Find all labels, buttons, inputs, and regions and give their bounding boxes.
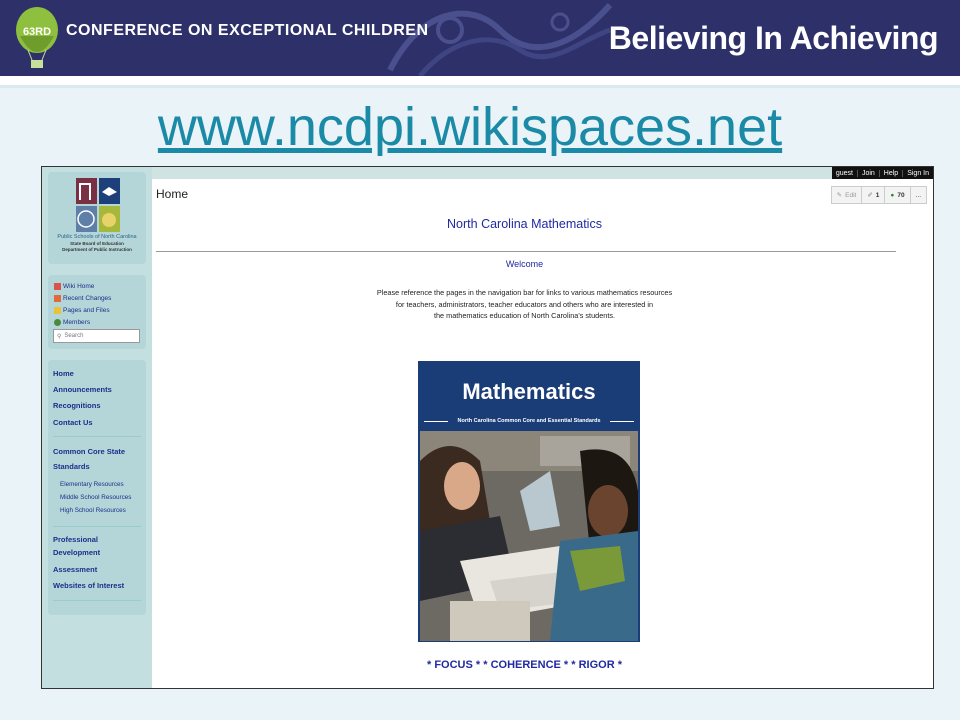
nav-professional-line2[interactable]: Development xyxy=(53,547,100,559)
students-photo xyxy=(420,431,638,641)
edit-icon: ✎ xyxy=(836,192,843,199)
wiki-url-link[interactable]: www.ncdpi.wikispaces.net xyxy=(0,96,940,158)
more-button[interactable]: ... xyxy=(909,187,926,203)
nav-common-core-line2[interactable]: Standards xyxy=(53,461,90,473)
tool-label: Recent Changes xyxy=(63,295,112,302)
calendar-icon xyxy=(54,295,61,302)
intro-line: Please reference the pages in the naviga… xyxy=(376,288,673,297)
pencil-icon: ✐ xyxy=(867,192,873,199)
ncdpi-logo-icon xyxy=(76,178,120,232)
ncdpi-logo-text: Public Schools of North Carolina State B… xyxy=(48,234,146,252)
slogan: Believing In Achieving xyxy=(608,20,939,56)
wiki-screenshot: Public Schools of North Carolina State B… xyxy=(41,166,934,689)
intro-paragraph: Please reference the pages in the naviga… xyxy=(152,287,897,322)
account-guest: guest xyxy=(835,170,853,177)
page-title: Home xyxy=(156,187,189,201)
conference-banner: 63RD CONFERENCE ON EXCEPTIONAL CHILDREN … xyxy=(0,0,960,76)
mathematics-cover-image: Mathematics North Carolina Common Core a… xyxy=(418,361,640,642)
tool-wiki-home[interactable]: Wiki Home xyxy=(54,283,94,290)
nav-professional-line1[interactable]: Professional xyxy=(53,534,98,546)
intro-line: the mathematics education of North Carol… xyxy=(433,311,616,321)
nav-recognitions[interactable]: Recognitions xyxy=(53,400,101,412)
nav-assessment[interactable]: Assessment xyxy=(53,564,97,576)
discussion-button[interactable]: ● 70 xyxy=(884,187,909,203)
tool-pages-and-files[interactable]: Pages and Files xyxy=(54,307,110,314)
conference-title: CONFERENCE ON EXCEPTIONAL CHILDREN xyxy=(66,22,429,39)
intro-line: for teachers, administrators, teacher ed… xyxy=(395,299,654,309)
wiki-tools-box: Wiki Home Recent Changes Pages and Files… xyxy=(48,275,146,349)
cover-subtitle: North Carolina Common Core and Essential… xyxy=(457,418,601,424)
revisions-button[interactable]: ✐ 1 xyxy=(861,187,884,203)
search-icon: ⚲ xyxy=(57,333,62,340)
account-help-link[interactable]: Help xyxy=(878,170,902,177)
nav-announcements[interactable]: Announcements xyxy=(53,384,112,396)
tool-recent-changes[interactable]: Recent Changes xyxy=(54,295,111,302)
nav-separator xyxy=(53,600,141,601)
members-icon xyxy=(54,319,61,326)
logo-line3: Department of Public Instruction xyxy=(62,246,132,252)
nav-elementary-resources[interactable]: Elementary Resources xyxy=(60,480,124,490)
nav-high-school-resources[interactable]: High School Resources xyxy=(60,506,126,516)
nav-middle-school-resources[interactable]: Middle School Resources xyxy=(60,493,131,503)
discussion-count: 70 xyxy=(897,191,905,199)
edit-button[interactable]: ✎ Edit xyxy=(832,187,862,203)
page-toolbar: ✎ Edit ✐ 1 ● 70 ... xyxy=(830,186,927,204)
files-icon xyxy=(54,307,61,314)
nav-home[interactable]: Home xyxy=(53,368,74,380)
banner-divider-shadow xyxy=(0,85,960,88)
logo-line1: Public Schools of North Carolina xyxy=(57,234,137,240)
heading-divider xyxy=(156,251,896,252)
nav-contact-us[interactable]: Contact Us xyxy=(53,417,93,429)
tool-label: Members xyxy=(63,319,91,326)
account-sign-in-link[interactable]: Sign In xyxy=(902,170,933,177)
nav-common-core-line1[interactable]: Common Core State xyxy=(53,446,125,458)
comments-icon: ● xyxy=(890,191,895,199)
revisions-count: 1 xyxy=(875,191,880,199)
search-placeholder: Search xyxy=(64,333,84,339)
banner-divider xyxy=(0,76,960,85)
wiki-search-input[interactable]: ⚲ Search xyxy=(53,329,140,343)
ncdpi-logo-box: Public Schools of North Carolina State B… xyxy=(48,172,146,264)
cover-rule-right xyxy=(610,421,634,422)
account-join-link[interactable]: Join xyxy=(856,170,879,177)
wiki-navigation: Home Announcements Recognitions Contact … xyxy=(48,360,146,615)
nav-separator xyxy=(53,436,141,437)
tool-label: Wiki Home xyxy=(63,283,95,290)
main-heading: North Carolina Mathematics xyxy=(447,217,602,231)
nav-separator xyxy=(53,526,141,527)
wiki-sidebar: Public Schools of North Carolina State B… xyxy=(42,167,152,688)
cover-title: Mathematics xyxy=(462,379,596,404)
edit-label: Edit xyxy=(845,191,857,199)
welcome-heading: Welcome xyxy=(505,259,544,269)
tool-label: Pages and Files xyxy=(63,307,110,314)
hot-air-balloon-logo: 63RD xyxy=(16,7,58,68)
house-icon xyxy=(54,283,61,290)
tool-members[interactable]: Members xyxy=(54,319,90,326)
focus-coherence-rigor-tagline: * FOCUS * * COHERENCE * * RIGOR * xyxy=(427,659,622,671)
wiki-page-content: Home ✎ Edit ✐ 1 ● 70 ... North Carolina Mat… xyxy=(152,179,933,688)
badge-63rd: 63RD xyxy=(23,26,51,38)
nav-websites-of-interest[interactable]: Websites of Interest xyxy=(53,580,124,592)
